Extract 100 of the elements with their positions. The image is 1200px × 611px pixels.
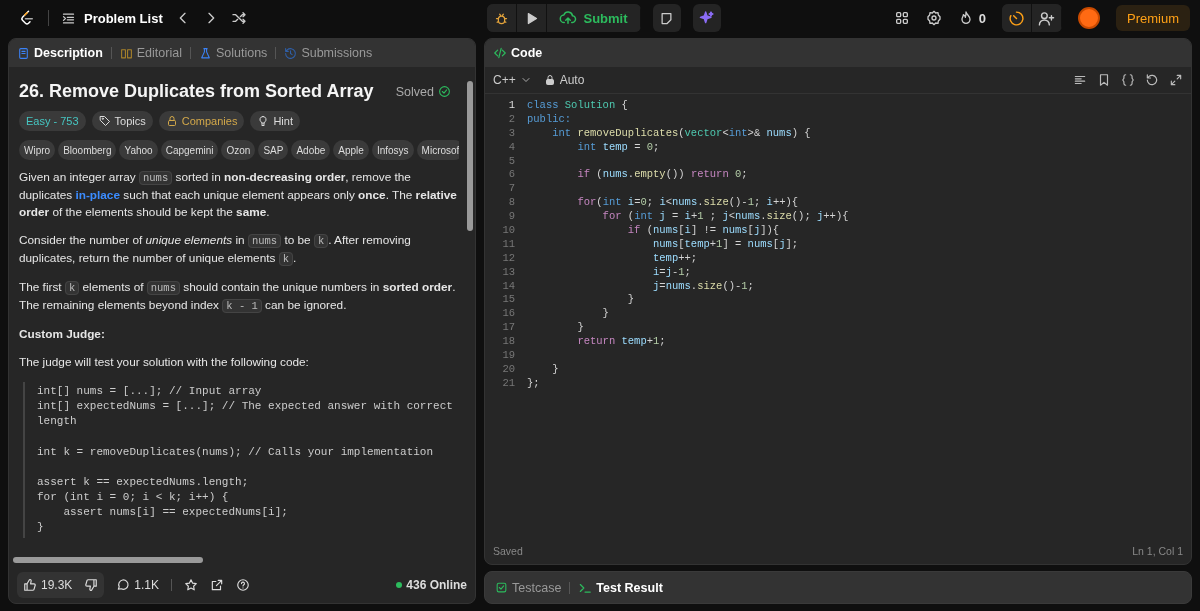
help-icon[interactable] <box>236 578 251 592</box>
description-paragraph: The first k elements of nums should contain the unique numbers in sorted order. The remaining elements beyond index k - 1 can be ignored. <box>19 279 457 315</box>
debug-button[interactable] <box>487 4 518 32</box>
shuffle-icon[interactable] <box>230 10 247 26</box>
line-number: 8 <box>507 196 516 209</box>
code-line: j=nums.size()-1; <box>652 279 754 292</box>
online-count: 436 Online <box>396 578 467 592</box>
code-line: }; <box>527 376 540 389</box>
ai-button[interactable] <box>692 4 721 32</box>
solved-status: Solved <box>395 84 451 99</box>
company-tag[interactable]: Ozon <box>221 140 256 160</box>
tag-button[interactable]: Hint <box>250 111 300 131</box>
problem-list-button[interactable]: Problem List <box>61 10 163 26</box>
bookmark-icon[interactable] <box>1097 73 1111 87</box>
company-tag[interactable]: Wipro <box>19 140 56 160</box>
tag-button[interactable]: Companies <box>158 111 245 131</box>
add-user-button[interactable] <box>1032 4 1062 32</box>
cloud-upload-icon <box>559 9 578 27</box>
code-line: return temp+1; <box>576 335 666 348</box>
line-number: 21 <box>501 376 516 389</box>
code-line: class Solution { <box>527 98 628 111</box>
code-line: for (int j = i+1 ; j<nums.size(); j++){ <box>601 210 849 223</box>
line-number: 7 <box>507 182 516 195</box>
submit-button[interactable]: Submit <box>547 4 641 32</box>
comments-button[interactable]: 1.1K <box>116 578 160 592</box>
line-number: 13 <box>501 265 516 278</box>
line-number: 4 <box>507 140 516 153</box>
line-number: 3 <box>507 126 516 139</box>
company-tag[interactable]: Capgemini <box>160 140 219 160</box>
run-button[interactable] <box>517 4 548 32</box>
logo-icon[interactable] <box>18 9 36 27</box>
note-button[interactable] <box>652 4 681 32</box>
code-line: int removeDuplicates(vector<int>& nums) { <box>551 126 811 139</box>
panel-tab[interactable]: Submissions <box>284 46 373 60</box>
code-line: nums[temp+1] = nums[j]; <box>652 237 799 250</box>
panel-tab[interactable]: Description <box>17 46 103 60</box>
timer-button[interactable] <box>1002 4 1032 32</box>
line-number: 15 <box>501 293 516 306</box>
code-line: } <box>576 321 584 334</box>
company-tag[interactable]: Adobe <box>291 140 331 160</box>
language-dropdown[interactable]: C++ <box>493 73 532 87</box>
line-number: 1 <box>507 98 516 111</box>
description-paragraph: Given an integer array nums sorted in non-decreasing order, remove the duplicates in-place such that each unique element appears only once. The relative order of the elements should be kept the same. <box>19 169 458 221</box>
company-tag[interactable]: Microsof <box>416 140 459 160</box>
book-icon <box>119 46 133 60</box>
panel-tab[interactable]: Editorial <box>119 46 182 60</box>
flask-icon <box>198 46 212 60</box>
line-number: 19 <box>501 348 516 361</box>
code-panel-title: Code <box>493 46 543 60</box>
code-line: for(int i=0; i<nums.size()-1; i++){ <box>576 196 799 209</box>
cursor-position: Ln 1, Col 1 <box>1132 545 1183 557</box>
company-tag[interactable]: Apple <box>333 140 369 160</box>
lightbulb-icon <box>257 115 270 127</box>
thumbs-up-icon <box>23 578 37 592</box>
company-tag[interactable]: SAP <box>258 140 289 160</box>
note-icon <box>659 10 675 26</box>
save-status: Saved <box>493 545 523 557</box>
description-paragraph: The judge will test your solution with the following code: <box>19 354 310 371</box>
grid-icon[interactable] <box>893 10 910 26</box>
code-line: int temp = 0; <box>576 140 660 153</box>
company-tag[interactable]: Infosys <box>371 140 414 160</box>
lock-icon <box>543 74 556 86</box>
company-tag[interactable]: Yahoo <box>119 140 158 160</box>
sparkle-icon <box>698 10 715 26</box>
code-block: int[] nums = [...]; // Input array int[] expectedNums = [...]; // The expected answer with correct length int k = removeDuplicates(nums); // Calls your implementation assert k == expectedNums.length; for (int i = 0; i < k; i++) { assert nums[i] == expectedNums[i]; } <box>23 382 459 538</box>
company-tag[interactable]: Bloomberg <box>58 140 117 160</box>
avatar[interactable] <box>1078 7 1100 29</box>
panel-tab[interactable]: Solutions <box>198 46 268 60</box>
line-number: 6 <box>507 168 516 181</box>
code-line: i=j-1; <box>652 265 691 278</box>
panel-tab[interactable]: Test Result <box>578 580 663 595</box>
code-line: } <box>626 293 635 306</box>
settings-icon[interactable] <box>925 10 942 26</box>
format-icon[interactable] <box>1073 73 1087 87</box>
line-number: 2 <box>507 112 516 125</box>
panel-tab[interactable]: Testcase <box>495 580 562 595</box>
streak-counter[interactable]: 0 <box>957 10 986 26</box>
bug-icon <box>494 10 510 26</box>
inline-link[interactable]: in-place <box>75 188 120 202</box>
line-number: 17 <box>501 321 516 334</box>
checkbox-icon <box>495 581 508 594</box>
section-heading: Custom Judge: <box>19 326 106 343</box>
tag-button[interactable]: Topics <box>91 111 153 131</box>
share-icon[interactable] <box>210 578 225 592</box>
code-line: public: <box>527 112 572 125</box>
code-line: } <box>601 307 609 320</box>
expand-icon[interactable] <box>1169 73 1183 87</box>
document-icon <box>17 46 30 60</box>
code-line: } <box>551 362 559 375</box>
code-icon <box>493 46 507 60</box>
line-number: 16 <box>501 307 516 320</box>
timer-icon <box>1008 9 1025 27</box>
premium-button[interactable]: Premium <box>1116 5 1190 31</box>
difficulty-badge[interactable]: Easy - 753 <box>19 111 86 131</box>
star-icon[interactable] <box>184 578 199 592</box>
braces-icon[interactable] <box>1121 73 1135 87</box>
line-number: 20 <box>501 362 516 375</box>
description-paragraph: Consider the number of unique elements in nums to be k . After removing duplicates, return the number of unique elements k . <box>19 232 412 268</box>
reset-icon[interactable] <box>1145 73 1159 87</box>
thumbs-down-icon <box>84 578 99 592</box>
